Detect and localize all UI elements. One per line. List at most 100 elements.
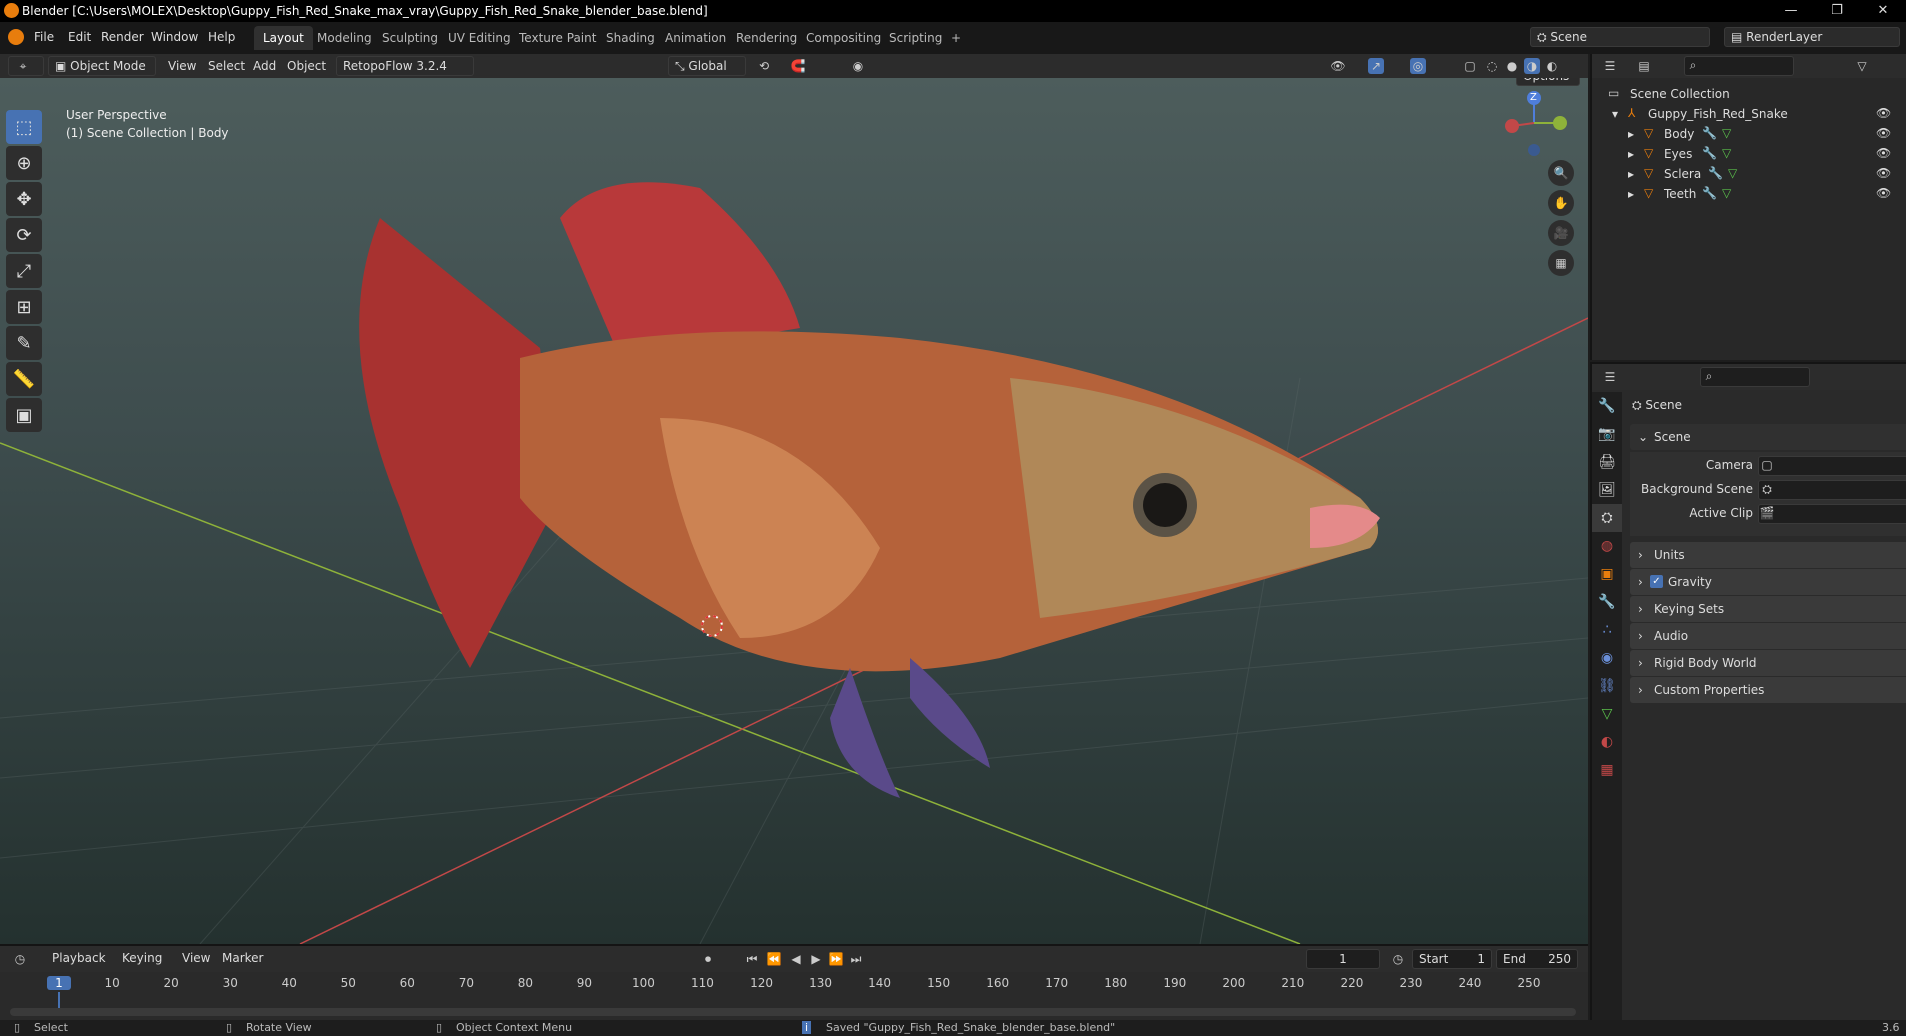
close-icon[interactable]: ✕ <box>1860 0 1906 22</box>
annotate-tool-icon[interactable]: ✎ <box>6 326 42 360</box>
menu-window[interactable]: Window <box>151 30 198 44</box>
outliner-row-eyes[interactable]: ▸ ▽ Eyes 🔧 ▽ 👁 <box>1592 144 1906 164</box>
collapse-arrow-icon[interactable]: ▸ <box>1628 147 1634 161</box>
collapse-arrow-icon[interactable]: ▸ <box>1628 187 1634 201</box>
scene-tab-icon[interactable]: ⛭ <box>1592 504 1622 532</box>
collapse-arrow-icon[interactable]: ▸ <box>1628 167 1634 181</box>
outliner-editor-icon[interactable]: ☰ <box>1602 58 1618 74</box>
constraints-tab-icon[interactable]: ⛓ <box>1592 672 1622 700</box>
workspace-tab-rendering[interactable]: Rendering <box>727 26 806 50</box>
outliner-row-scene-collection[interactable]: ▭ Scene Collection <box>1592 84 1906 104</box>
guppy-fish-model[interactable] <box>359 182 1380 798</box>
viewport-menu-select[interactable]: Select <box>208 59 245 73</box>
menu-help[interactable]: Help <box>208 30 235 44</box>
timeline-scrollbar[interactable] <box>10 1008 1576 1016</box>
view-layer-tab-icon[interactable]: 🖼 <box>1592 476 1622 504</box>
filter-icon[interactable]: ▽ <box>1854 58 1870 74</box>
scale-tool-icon[interactable]: ⤢ <box>6 254 42 288</box>
add-workspace-button[interactable]: + <box>942 26 970 50</box>
view-layer-selector[interactable]: ▤ RenderLayer <box>1724 27 1900 47</box>
outliner-row-collection[interactable]: ▾ ⅄ Guppy_Fish_Red_Snake 👁 <box>1592 104 1906 124</box>
options-dropdown[interactable]: Options <box>1516 78 1580 86</box>
rotate-tool-icon[interactable]: ⟳ <box>6 218 42 252</box>
proportional-edit-icon[interactable]: ◉ <box>850 58 866 74</box>
xray-icon[interactable]: ▢ <box>1462 58 1478 74</box>
world-tab-icon[interactable]: ◍ <box>1592 532 1622 560</box>
solid-shading-icon[interactable]: ● <box>1504 58 1520 74</box>
menu-edit[interactable]: Edit <box>68 30 91 44</box>
viewport-menu-object[interactable]: Object <box>287 59 326 73</box>
properties-editor-icon[interactable]: ☰ <box>1602 369 1618 385</box>
viewport-menu-view[interactable]: View <box>168 59 196 73</box>
move-tool-icon[interactable]: ✥ <box>6 182 42 216</box>
workspace-tab-animation[interactable]: Animation <box>656 26 735 50</box>
workspace-tab-modeling[interactable]: Modeling <box>308 26 381 50</box>
workspace-tab-texture-paint[interactable]: Texture Paint <box>510 26 605 50</box>
output-tab-icon[interactable]: 🖨 <box>1592 448 1622 476</box>
camera-field[interactable]: ▢ <box>1758 456 1906 476</box>
menu-render[interactable]: Render <box>101 30 144 44</box>
zoom-icon[interactable]: 🔍 <box>1548 160 1574 186</box>
outliner-row-body[interactable]: ▸ ▽ Body 🔧 ▽ 👁 <box>1592 124 1906 144</box>
material-shading-icon[interactable]: ◑ <box>1524 58 1540 74</box>
viewport-menu-add[interactable]: Add <box>253 59 276 73</box>
rigid-body-world-panel[interactable]: › Rigid Body World <box>1630 650 1906 676</box>
ortho-toggle-icon[interactable]: ▦ <box>1548 250 1574 276</box>
tool-tab-icon[interactable]: 🔧 <box>1592 392 1622 420</box>
camera-view-icon[interactable]: 🎥 <box>1548 220 1574 246</box>
blender-menu-icon[interactable] <box>8 29 24 45</box>
display-mode-icon[interactable]: ▤ <box>1636 58 1652 74</box>
keying-sets-panel[interactable]: › Keying Sets <box>1630 596 1906 622</box>
eye-icon[interactable]: 👁 <box>1876 146 1891 160</box>
gizmo-toggle-icon[interactable]: ↗ <box>1368 58 1384 74</box>
wireframe-shading-icon[interactable]: ◌ <box>1484 58 1500 74</box>
material-tab-icon[interactable]: ◐ <box>1592 728 1622 756</box>
rendered-shading-icon[interactable]: ◐ <box>1544 58 1560 74</box>
expand-arrow-icon[interactable]: ▾ <box>1612 107 1618 121</box>
transform-tool-icon[interactable]: ⊞ <box>6 290 42 324</box>
outliner-search-input[interactable]: ⌕ <box>1684 56 1794 76</box>
eye-icon[interactable]: 👁 <box>1876 166 1891 180</box>
retopoflow-menu[interactable]: RetopoFlow 3.2.4 (git) <box>336 56 474 91</box>
object-tab-icon[interactable]: ▣ <box>1592 560 1622 588</box>
data-tab-icon[interactable]: ▽ <box>1592 700 1622 728</box>
scene-selector[interactable]: ⛭ Scene <box>1530 27 1710 47</box>
editor-type-button[interactable]: ⌖ <box>8 56 44 76</box>
properties-search-input[interactable]: ⌕ <box>1700 367 1810 387</box>
pan-hand-icon[interactable]: ✋ <box>1548 190 1574 216</box>
render-tab-icon[interactable]: 📷 <box>1592 420 1622 448</box>
menu-file[interactable]: File <box>34 30 54 44</box>
workspace-tab-scripting[interactable]: Scripting <box>880 26 951 50</box>
custom-properties-panel[interactable]: › Custom Properties <box>1630 677 1906 703</box>
background-scene-field[interactable]: ⛭ <box>1758 480 1906 500</box>
audio-panel[interactable]: › Audio <box>1630 623 1906 649</box>
mode-selector[interactable]: ▣ Object Mode <box>48 56 156 76</box>
physics-tab-icon[interactable]: ◉ <box>1592 644 1622 672</box>
workspace-tab-compositing[interactable]: Compositing <box>797 26 890 50</box>
gravity-checkbox[interactable]: ✓ <box>1650 575 1663 588</box>
gravity-panel[interactable]: › ✓ Gravity <box>1630 569 1906 595</box>
pivot-icon[interactable]: ⟲ <box>756 58 772 74</box>
transform-orientation-selector[interactable]: ⤡ Global <box>668 56 746 76</box>
workspace-tab-shading[interactable]: Shading <box>597 26 664 50</box>
restore-icon[interactable]: ❐ <box>1814 0 1860 22</box>
modifier-tab-icon[interactable]: 🔧 <box>1592 588 1622 616</box>
workspace-tab-sculpting[interactable]: Sculpting <box>373 26 447 50</box>
active-clip-field[interactable]: 🎬 <box>1758 504 1906 524</box>
particles-tab-icon[interactable]: ∴ <box>1592 616 1622 644</box>
visibility-icon[interactable]: 👁 <box>1330 58 1346 74</box>
add-cube-tool-icon[interactable]: ▣ <box>6 398 42 432</box>
workspace-tab-uv-editing[interactable]: UV Editing <box>439 26 520 50</box>
overlays-toggle-icon[interactable]: ◎ <box>1410 58 1426 74</box>
scene-panel-header[interactable]: ⌄ Scene <box>1630 424 1906 450</box>
minimize-icon[interactable]: — <box>1768 0 1814 22</box>
eye-icon[interactable]: 👁 <box>1876 126 1891 140</box>
measure-tool-icon[interactable]: 📏 <box>6 362 42 396</box>
texture-tab-icon[interactable]: ▦ <box>1592 756 1622 784</box>
cursor-tool-icon[interactable]: ⊕ <box>6 146 42 180</box>
3d-viewport[interactable]: User Perspective (1) Scene Collection | … <box>0 78 1588 944</box>
eye-icon[interactable]: 👁 <box>1876 186 1891 200</box>
outliner-row-teeth[interactable]: ▸ ▽ Teeth 🔧 ▽ 👁 <box>1592 184 1906 204</box>
collapse-arrow-icon[interactable]: ▸ <box>1628 127 1634 141</box>
select-box-tool-icon[interactable]: ⬚ <box>6 110 42 144</box>
